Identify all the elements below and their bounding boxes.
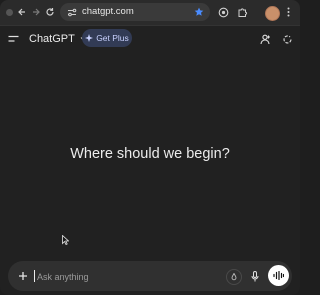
browser-window: chatgpt.com ChatGPT Get Plus Where shoul… <box>0 0 300 295</box>
puzzle-icon[interactable] <box>236 6 248 18</box>
url-text: chatgpt.com <box>82 6 134 17</box>
get-plus-button[interactable]: Get Plus <box>82 29 132 47</box>
voice-mode-button[interactable] <box>268 265 289 286</box>
prompt-input[interactable] <box>35 268 219 286</box>
microphone-icon[interactable] <box>249 269 261 283</box>
window-control[interactable] <box>6 9 13 16</box>
profile-icon[interactable] <box>259 33 271 45</box>
browser-menu-icon[interactable] <box>284 6 292 18</box>
app-header: ChatGPT Get Plus <box>0 26 300 52</box>
composer <box>8 261 292 291</box>
back-icon[interactable] <box>16 6 28 18</box>
sparkle-icon <box>85 34 94 42</box>
forward-icon[interactable] <box>30 6 42 18</box>
bookmark-star-icon[interactable] <box>193 6 205 18</box>
cursor-icon <box>62 232 70 250</box>
tools-icon[interactable] <box>226 269 242 285</box>
address-bar[interactable]: chatgpt.com <box>60 3 210 21</box>
menu-icon[interactable] <box>7 34 19 44</box>
extension-icon[interactable] <box>217 6 229 18</box>
voice-mode-icon <box>273 271 284 280</box>
get-plus-label: Get Plus <box>96 33 129 43</box>
page-heading: Where should we begin? <box>70 146 230 162</box>
avatar[interactable] <box>265 6 280 21</box>
browser-toolbar: chatgpt.com <box>0 0 300 26</box>
plus-icon[interactable] <box>17 270 29 282</box>
model-selector[interactable]: ChatGPT <box>29 33 88 45</box>
reload-icon[interactable] <box>44 6 56 18</box>
site-settings-icon[interactable] <box>66 7 77 17</box>
model-label: ChatGPT <box>29 33 75 45</box>
new-chat-icon[interactable] <box>281 33 293 45</box>
